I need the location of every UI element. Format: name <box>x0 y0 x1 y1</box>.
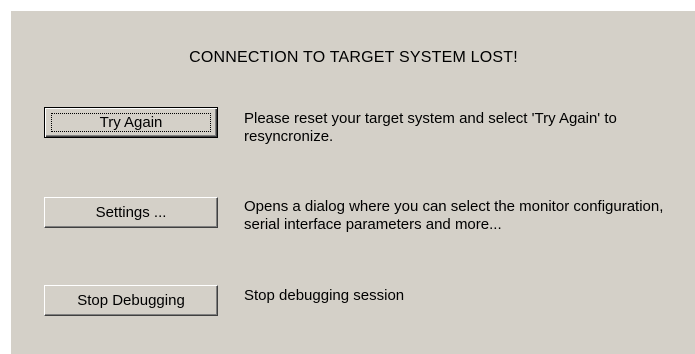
settings-description: Opens a dialog where you can select the … <box>244 198 664 233</box>
focus-indicator: Try Again <box>51 113 211 132</box>
try-again-button[interactable]: Try Again <box>44 107 218 138</box>
dialog-title: CONNECTION TO TARGET SYSTEM LOST! <box>189 49 518 66</box>
settings-label: Settings ... <box>95 204 167 221</box>
stop-debugging-label: Stop Debugging <box>77 292 185 309</box>
stop-debugging-button[interactable]: Stop Debugging <box>44 285 218 316</box>
try-again-description: Please reset your target system and sele… <box>244 110 617 145</box>
try-again-label: Try Again <box>99 114 163 131</box>
settings-button[interactable]: Settings ... <box>44 197 218 228</box>
stop-debugging-description: Stop debugging session <box>244 287 405 304</box>
connection-lost-dialog: CONNECTION TO TARGET SYSTEM LOST! Try Ag… <box>10 10 695 354</box>
